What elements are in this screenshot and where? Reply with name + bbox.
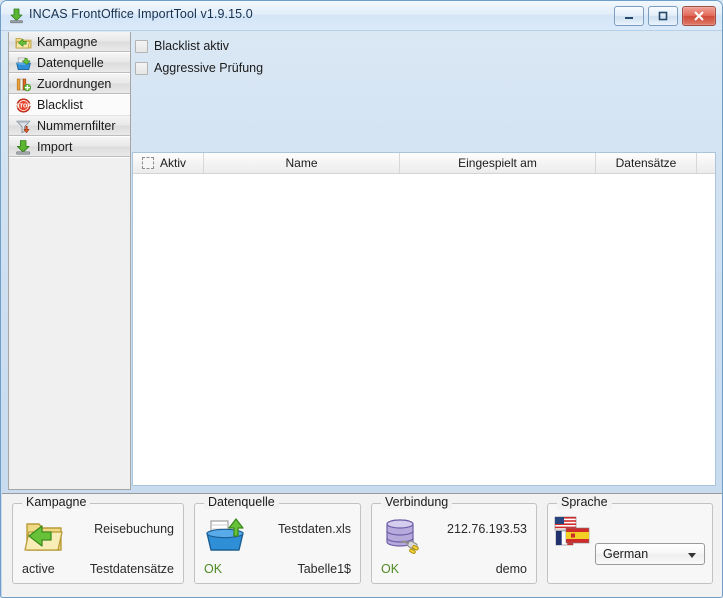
sidebar-item-blacklist[interactable]: STOP Blacklist xyxy=(9,95,130,116)
svg-text:STOP: STOP xyxy=(16,103,31,109)
column-header-label: Name xyxy=(285,156,318,170)
checkbox-label: Blacklist aktiv xyxy=(154,39,230,53)
import-arrow-icon xyxy=(10,8,23,24)
datenquelle-file: Testdaten.xls xyxy=(278,522,351,536)
kampagne-state: active xyxy=(22,562,55,576)
checkbox-label: Aggressive Prüfung xyxy=(154,61,264,75)
sidebar-item-zuordnungen[interactable]: Zuordnungen xyxy=(9,74,130,95)
funnel-arrow-icon xyxy=(16,120,31,133)
status-group-datenquelle: Datenquelle Testdaten.xls OK Tabelle1$ xyxy=(194,495,361,584)
title-bar: INCAS FrontOffice ImportTool v1.9.15.0 xyxy=(1,1,722,31)
status-bar: Kampagne Reisebuchung active Testdatensä… xyxy=(2,493,722,597)
window-title: INCAS FrontOffice ImportTool v1.9.15.0 xyxy=(29,7,253,21)
close-button[interactable] xyxy=(682,6,716,26)
checkbox-box-icon xyxy=(135,61,148,75)
language-selected-value: German xyxy=(603,547,649,561)
status-group-verbindung: Verbindung 212.76.193.53 OK demo xyxy=(371,495,537,584)
sidebar-item-label: Kampagne xyxy=(37,35,98,49)
minimize-button[interactable] xyxy=(614,6,644,26)
checkbox-blacklist-aktiv[interactable]: Blacklist aktiv xyxy=(135,39,229,53)
verbindung-status: OK xyxy=(381,562,400,576)
group-title: Datenquelle xyxy=(204,495,279,509)
minimize-icon xyxy=(615,7,643,25)
kampagne-name: Reisebuchung xyxy=(94,522,174,536)
column-header-label: Datensätze xyxy=(615,156,677,170)
sidebar-item-label: Blacklist xyxy=(37,98,83,112)
status-group-kampagne: Kampagne Reisebuchung active Testdatensä… xyxy=(12,495,184,584)
column-header-eingespielt-am[interactable]: Eingespielt am xyxy=(400,153,596,173)
content-panel: Blacklist aktiv Aggressive Prüfung Aktiv… xyxy=(131,32,717,490)
close-icon xyxy=(683,7,715,25)
sidebar-item-datenquelle[interactable]: Datenquelle xyxy=(9,53,130,74)
column-header-datensaetze[interactable]: Datensätze xyxy=(596,153,697,173)
maximize-icon xyxy=(649,7,677,25)
chevron-down-icon xyxy=(688,553,696,558)
group-title: Sprache xyxy=(557,495,612,509)
database-plug-icon xyxy=(386,519,419,554)
group-title: Kampagne xyxy=(22,495,91,509)
sidebar-item-label: Import xyxy=(37,140,73,154)
column-header-aktiv[interactable]: Aktiv xyxy=(133,153,204,173)
checkbox-aggressive-pruefung[interactable]: Aggressive Prüfung xyxy=(135,61,263,75)
sidebar-item-import[interactable]: Import xyxy=(9,137,130,158)
sidebar-navigation: Kampagne Datenquelle Zuordnungen STOP Bl… xyxy=(8,32,131,490)
data-bucket-icon xyxy=(206,518,244,551)
sidebar-item-label: Zuordnungen xyxy=(37,77,112,91)
status-group-sprache: Sprache German xyxy=(547,495,713,584)
import-arrow-icon xyxy=(16,139,31,155)
application-window: INCAS FrontOffice ImportTool v1.9.15.0 K… xyxy=(0,0,723,598)
blacklist-table[interactable]: Aktiv Name Eingespielt am Datensätze xyxy=(132,152,716,486)
column-header-name[interactable]: Name xyxy=(204,153,400,173)
stop-sign-icon: STOP xyxy=(16,97,31,113)
column-header-filler xyxy=(697,153,715,173)
column-header-label: Aktiv xyxy=(160,156,187,170)
folder-arrow-icon xyxy=(24,523,63,551)
sidebar-item-nummernfilter[interactable]: Nummernfilter xyxy=(9,116,130,137)
verbindung-host: 212.76.193.53 xyxy=(447,522,527,536)
columns-plus-icon xyxy=(16,78,32,91)
group-title: Verbindung xyxy=(381,495,453,509)
sidebar-item-kampagne[interactable]: Kampagne xyxy=(9,32,130,53)
checkbox-box-icon xyxy=(135,39,148,53)
flags-icon xyxy=(554,516,590,546)
checkbox-header-icon[interactable] xyxy=(142,157,154,169)
datenquelle-status: OK xyxy=(204,562,223,576)
datenquelle-sheet: Tabelle1$ xyxy=(297,562,351,576)
data-bucket-icon xyxy=(16,57,31,70)
sidebar-item-label: Nummernfilter xyxy=(37,119,116,133)
sidebar-item-label: Datenquelle xyxy=(37,56,104,70)
folder-arrow-icon xyxy=(15,37,32,48)
maximize-button[interactable] xyxy=(648,6,678,26)
kampagne-dataset: Testdatensätze xyxy=(89,562,174,576)
table-header-row: Aktiv Name Eingespielt am Datensätze xyxy=(133,153,715,174)
language-dropdown[interactable]: German xyxy=(595,543,705,565)
verbindung-database: demo xyxy=(495,562,527,576)
column-header-label: Eingespielt am xyxy=(458,156,537,170)
